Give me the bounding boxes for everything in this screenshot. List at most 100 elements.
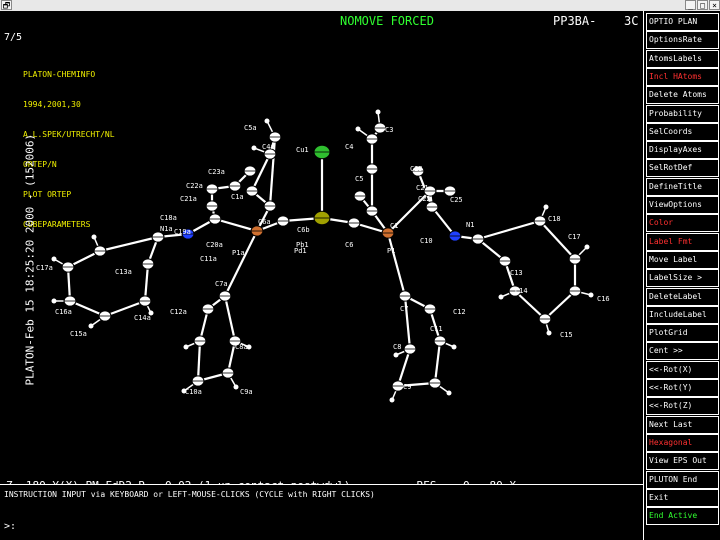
bond-line xyxy=(514,290,546,320)
atom-label: C16a xyxy=(55,308,72,316)
atom-label: N1 xyxy=(466,221,474,229)
atom-label: C7a xyxy=(215,280,228,288)
atom-label: C9 xyxy=(403,383,411,391)
hydrogen-atom xyxy=(51,298,57,304)
maximize-icon[interactable]: □ xyxy=(697,0,708,10)
atom-label: C13 xyxy=(510,269,523,277)
hydrogen-atom xyxy=(264,118,270,124)
info-block: PLATON-CHEMINFO 1994,2001,30 A.L.SPEK/UT… xyxy=(23,50,115,250)
bond-line xyxy=(214,217,258,233)
atom-label: Cu1 xyxy=(296,146,309,154)
info-line: ORTEP/N xyxy=(23,160,57,169)
menu-item[interactable]: IncludeLabel xyxy=(646,305,719,324)
command-menu: OPTIO PLAN OptionsRate AtomsLabels Incl HAt… xyxy=(643,11,720,540)
atom-label: C23a xyxy=(208,168,225,176)
atom-label: C18a xyxy=(160,214,177,222)
menu-item[interactable]: SelRotDef xyxy=(646,159,719,178)
atom-label: C14a xyxy=(134,314,151,322)
menu-item[interactable]: SelCoords xyxy=(646,122,719,141)
atom-label: C4a xyxy=(262,143,275,151)
menu-item[interactable]: <<-Rot(Y) xyxy=(646,379,719,397)
atom-label: C5a xyxy=(244,124,257,132)
atom-label: C18 xyxy=(548,215,561,223)
menu-item[interactable]: Next Last xyxy=(646,415,719,434)
menu-item[interactable]: <<-Rot(X) xyxy=(646,360,719,379)
menu-item[interactable]: DefineTitle xyxy=(646,177,719,196)
hydrogen-atom xyxy=(251,145,257,151)
menu-item[interactable]: View EPS Out xyxy=(646,452,719,471)
minimize-icon[interactable]: _ xyxy=(685,0,696,10)
bond-line xyxy=(224,230,258,297)
atom-label: C3 xyxy=(385,126,393,134)
atom-label: P1a xyxy=(232,249,245,257)
menu-item[interactable]: OPTIO PLAN xyxy=(646,13,719,31)
info-line: 1994,2001,30 xyxy=(23,100,81,109)
menu-item[interactable]: <<-Rot(Z) xyxy=(646,397,719,416)
menu-item[interactable]: Color xyxy=(646,214,719,233)
atom-label: C8 xyxy=(393,343,401,351)
menu-item[interactable]: OptionsRate xyxy=(646,31,719,50)
menu-item[interactable]: DisplayAxes xyxy=(646,141,719,160)
menu-item[interactable]: Cent >> xyxy=(646,342,719,361)
info-line: PLOT ORTEP xyxy=(23,190,72,199)
bond-line xyxy=(403,295,412,350)
menu-item[interactable]: Probability xyxy=(646,104,719,123)
bond-line xyxy=(477,219,541,241)
molecule-canvas[interactable]: C5a C4a Cu1 C4 C3 C23a C22a C21a C20a C1a C6a C5 Pb1… xyxy=(0,11,641,492)
mode-indicator: NOMOVE FORCED xyxy=(340,14,434,28)
menu-item[interactable]: Delete Atoms xyxy=(646,86,719,105)
instruction-text: INSTRUCTION INPUT via KEYBOARD or LEFT-M… xyxy=(4,490,375,499)
bond-line xyxy=(396,348,412,387)
menu-item[interactable]: Exit xyxy=(646,488,719,507)
atom-label: C6b xyxy=(297,226,310,234)
hydrogen-atom xyxy=(355,126,361,132)
hydrogen-atom xyxy=(375,109,381,115)
hydrogen-atom xyxy=(393,352,399,358)
info-line: CUBEPARAMETERS xyxy=(23,220,91,229)
atom-label: C21a xyxy=(180,195,197,203)
file-name: PP3BA- xyxy=(553,14,597,28)
atom-label: C17a xyxy=(36,264,53,272)
atom-label: C6a xyxy=(258,218,271,226)
menu-item[interactable]: Label Fmt xyxy=(646,232,719,251)
command-prompt[interactable]: >: xyxy=(4,521,16,532)
atom-label: C22a xyxy=(186,182,203,190)
window-titlebar: 🗗 _ □ × xyxy=(0,0,720,11)
atom-label: C1 xyxy=(390,222,398,230)
menu-item[interactable]: Hexagonal xyxy=(646,433,719,452)
atom-label: C7 xyxy=(400,305,408,313)
atom-label: C25 xyxy=(450,196,463,204)
atom-label: C15 xyxy=(560,331,573,339)
hydrogen-atom xyxy=(233,384,239,390)
menu-item[interactable]: PLUTON End xyxy=(646,470,719,489)
header-left-mark: 7/5 xyxy=(4,32,23,43)
menu-item[interactable]: ViewOptions xyxy=(646,196,719,214)
atom-label: C8a xyxy=(235,343,248,351)
menu-item[interactable]: Move Label xyxy=(646,250,719,269)
command-area[interactable]: INSTRUCTION INPUT via KEYBOARD or LEFT-M… xyxy=(0,484,643,540)
atom-label: C17 xyxy=(568,233,581,241)
atom-label: C19a xyxy=(174,228,191,236)
bond-line xyxy=(386,232,407,297)
menu-item[interactable]: DeleteLabel xyxy=(646,287,719,306)
atom-label: C16 xyxy=(597,295,610,303)
atom-label: C21 xyxy=(416,184,429,192)
bond-line xyxy=(196,340,202,382)
close-icon[interactable]: × xyxy=(709,0,720,10)
menu-item[interactable]: LabelSize > xyxy=(646,269,719,288)
hydrogen-atom xyxy=(584,244,590,250)
hydrogen-atom xyxy=(389,397,395,403)
hydrogen-atom xyxy=(51,256,57,262)
window-menu-icon[interactable]: 🗗 xyxy=(1,0,12,10)
atom-label: C5 xyxy=(355,175,363,183)
menu-item[interactable]: Incl HAtoms xyxy=(646,67,719,86)
hydrogen-atom xyxy=(446,390,452,396)
atom-label: C23 xyxy=(410,165,423,173)
menu-item[interactable]: PlotGrid xyxy=(646,324,719,343)
hydrogen-atom xyxy=(546,330,552,336)
menu-item[interactable]: End Active xyxy=(646,507,719,526)
atom-label: C9a xyxy=(240,388,253,396)
atom-label: C10a xyxy=(185,388,202,396)
atom-label: C20a xyxy=(206,241,223,249)
menu-item[interactable]: AtomsLabels xyxy=(646,49,719,68)
